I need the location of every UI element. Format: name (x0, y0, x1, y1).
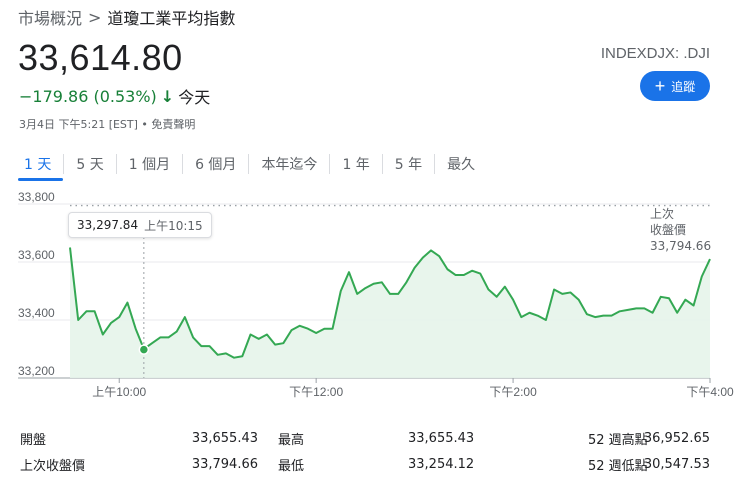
follow-button[interactable]: + 追蹤 (640, 71, 710, 101)
stat-label: 上次收盤價 (20, 458, 86, 474)
stat-label: 開盤 (20, 432, 47, 448)
breadcrumb-current: 道瓊工業平均指數 (107, 9, 236, 28)
stats-row: 上次收盤價 33,794.66 最低 33,254.12 52 週低點 30,5… (20, 451, 710, 477)
stat-label: 52 週低點 (588, 458, 648, 474)
x-tick-label: 下午4:00 (686, 385, 734, 399)
previous-close-label-line1: 上次 (650, 207, 675, 221)
stat-label: 52 週高點 (588, 432, 648, 448)
stat-value: 33,655.43 (191, 430, 258, 446)
tab-range-5[interactable]: 1 年 (330, 150, 381, 178)
stat-value: 33,794.66 (191, 456, 258, 472)
x-tick-label: 上午10:00 (92, 385, 146, 399)
stat-value: 36,952.65 (643, 430, 710, 446)
y-tick-label: 33,600 (18, 248, 55, 262)
current-price: 33,614.80 (18, 37, 183, 78)
tab-range-4[interactable]: 本年迄今 (249, 150, 329, 178)
stat-label: 最高 (278, 432, 305, 448)
y-tick-label: 33,200 (18, 364, 55, 378)
stat-value: 33,655.43 (408, 430, 475, 446)
arrow-down-icon: ↓ (160, 86, 175, 106)
chart-tooltip: 33,297.84 上午10:15 (68, 212, 212, 238)
previous-close-label: 上次 收盤價 33,794.66 (650, 206, 712, 254)
stats-row: 開盤 33,655.43 最高 33,655.43 52 週高點 36,952.… (20, 425, 710, 451)
follow-button-label: 追蹤 (671, 79, 696, 94)
stat-value: 30,547.53 (643, 456, 710, 472)
tooltip-value: 33,297.84 (77, 218, 139, 232)
stat-label: 最低 (278, 458, 305, 474)
breadcrumb-separator: > (88, 7, 102, 27)
tooltip-time: 上午10:15 (144, 218, 203, 233)
price-area (70, 247, 710, 378)
change-period: 今天 (178, 88, 211, 107)
tab-range-2[interactable]: 1 個月 (117, 150, 182, 178)
tab-range-3[interactable]: 6 個月 (183, 150, 248, 178)
x-tick-label: 下午2:00 (489, 385, 537, 399)
tab-range-1[interactable]: 5 天 (64, 150, 115, 178)
range-tabs: 1 天5 天1 個月 6 個月 本年迄今 1 年5 年最久 (18, 150, 487, 181)
plus-icon: + (654, 76, 666, 96)
breadcrumb-parent[interactable]: 市場概況 (18, 5, 82, 29)
y-tick-label: 33,400 (18, 306, 55, 320)
previous-close-value: 33,794.66 (650, 239, 712, 253)
stat-value: 33,254.12 (408, 456, 475, 472)
breadcrumb: 市場概況 > 道瓊工業平均指數 (18, 5, 235, 29)
x-tick-label: 下午12:00 (289, 385, 343, 399)
stats-table: 開盤 33,655.43 最高 33,655.43 52 週高點 36,952.… (20, 425, 710, 477)
ticker-symbol: INDEXDJX: .DJI (600, 45, 710, 62)
tab-range-0[interactable]: 1 天 (18, 150, 64, 181)
change-value: −179.86 (0.53%) (19, 86, 157, 106)
highlight-point (138, 344, 150, 355)
y-tick-label: 33,800 (18, 190, 55, 204)
price-change: −179.86 (0.53%) ↓ 今天 (19, 84, 210, 108)
previous-close-label-line2: 收盤價 (650, 223, 687, 237)
tab-range-7[interactable]: 最久 (435, 150, 487, 178)
quote-timestamp: 3月4日 下午5:21 [EST] • 免責聲明 (19, 118, 196, 131)
tab-range-6[interactable]: 5 年 (383, 150, 434, 178)
